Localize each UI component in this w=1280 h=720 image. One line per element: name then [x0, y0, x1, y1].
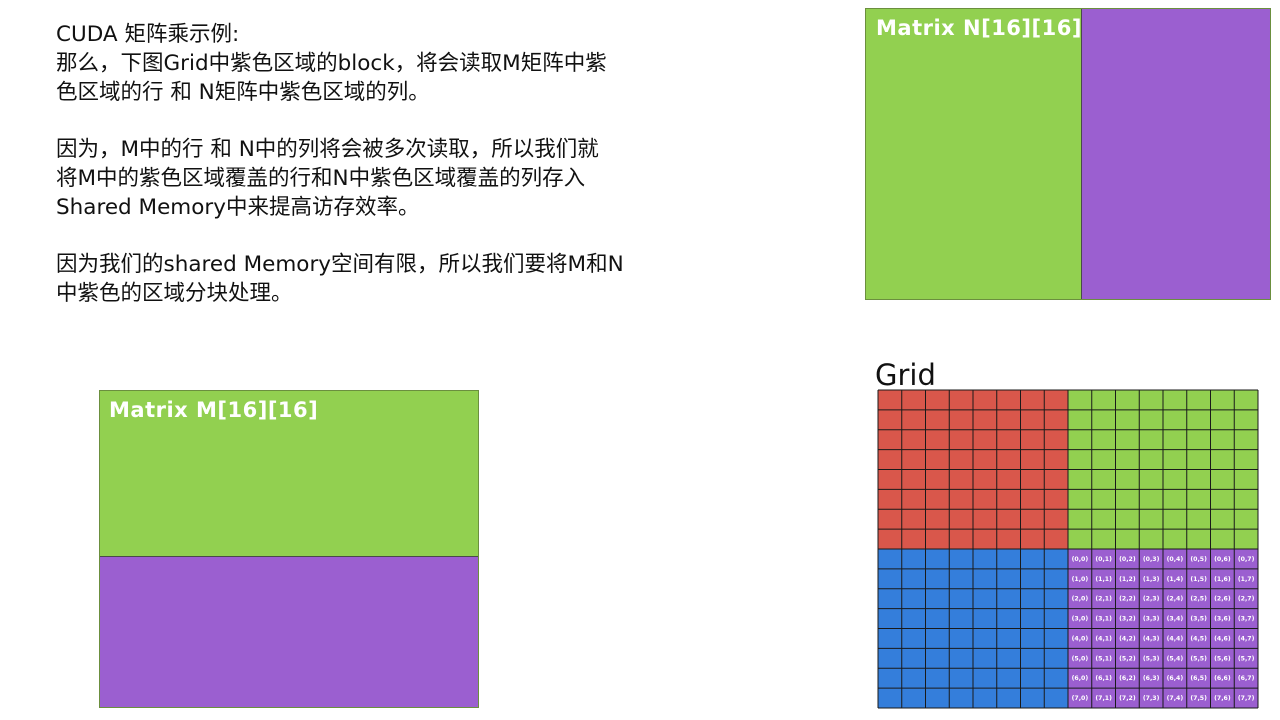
grid-block-label: (2,4) [1167, 596, 1184, 603]
grid-block-label: (4,0) [1072, 635, 1089, 642]
grid-block-label: (2,2) [1119, 596, 1136, 603]
grid-block-label: (1,1) [1095, 576, 1112, 583]
grid-block-label: (7,5) [1190, 695, 1207, 702]
grid-block-label: (3,7) [1238, 616, 1255, 623]
grid-block-label: (6,1) [1095, 675, 1112, 682]
grid-block-label: (4,6) [1214, 635, 1231, 642]
grid-block-label: (0,4) [1167, 556, 1184, 563]
grid-title: Grid [875, 358, 936, 392]
intro-paragraph-3: 因为我们的shared Memory空间有限，所以我们要将M和N 中紫色的区域分… [56, 252, 624, 306]
grid-block-label: (7,3) [1143, 695, 1160, 702]
grid-block-label: (2,6) [1214, 596, 1231, 603]
grid-block-label: (6,7) [1238, 675, 1255, 682]
grid-block-label: (6,3) [1143, 675, 1160, 682]
matrix-m-purple-region [100, 557, 478, 707]
grid-block-label: (7,4) [1167, 695, 1184, 702]
grid-block-label: (6,0) [1072, 675, 1089, 682]
grid-block-label: (5,0) [1072, 655, 1089, 662]
grid-block-label: (5,6) [1214, 655, 1231, 662]
grid-block-label: (4,5) [1190, 635, 1207, 642]
grid-diagram: (0,0) (0,1) (0,2) (0,3) (0,4) (0,5) (0,6) (0,7)… [877, 389, 1259, 709]
slide: CUDA 矩阵乘示例: 那么，下图Grid中紫色区域的block，将会读取M矩阵… [0, 0, 1280, 720]
grid-block-label: (3,1) [1095, 616, 1112, 623]
grid-block-label: (5,7) [1238, 655, 1255, 662]
grid-block-label: (7,6) [1214, 695, 1231, 702]
grid-block-label: (0,2) [1119, 556, 1136, 563]
grid-block-label: (5,1) [1095, 655, 1112, 662]
grid-block-label: (2,5) [1190, 596, 1207, 603]
intro-paragraph-1: CUDA 矩阵乘示例: 那么，下图Grid中紫色区域的block，将会读取M矩阵… [56, 22, 607, 105]
grid-block-label: (5,4) [1167, 655, 1184, 662]
grid-block-label: (4,3) [1143, 635, 1160, 642]
grid-block-label: (1,7) [1238, 576, 1255, 583]
grid-block-label: (3,2) [1119, 616, 1136, 623]
grid-block-label: (7,1) [1095, 695, 1112, 702]
grid-block-label: (0,6) [1214, 556, 1231, 563]
explanation-text: CUDA 矩阵乘示例: 那么，下图Grid中紫色区域的block，将会读取M矩阵… [56, 20, 696, 308]
grid-block-label: (6,6) [1214, 675, 1231, 682]
grid-block-label: (2,0) [1072, 596, 1089, 603]
grid-block-label: (4,4) [1167, 635, 1184, 642]
grid-block-label: (1,3) [1143, 576, 1160, 583]
grid-block-label: (1,4) [1167, 576, 1184, 583]
grid-block-label: (0,5) [1190, 556, 1207, 563]
grid-block-label: (4,1) [1095, 635, 1112, 642]
grid-block-label: (0,1) [1095, 556, 1112, 563]
grid-block-label: (2,3) [1143, 596, 1160, 603]
grid-block-label: (6,5) [1190, 675, 1207, 682]
grid-block-label: (1,2) [1119, 576, 1136, 583]
matrix-n-green-region [866, 9, 1081, 299]
grid-block-label: (0,3) [1143, 556, 1160, 563]
grid-block-label: (7,0) [1072, 695, 1089, 702]
grid-block-label: (4,7) [1238, 635, 1255, 642]
matrix-n-title: Matrix N[16][16] [876, 16, 1082, 40]
grid-block-label: (6,4) [1167, 675, 1184, 682]
grid-block-label: (3,0) [1072, 616, 1089, 623]
grid-block-label: (0,7) [1238, 556, 1255, 563]
grid-block-label: (2,7) [1238, 596, 1255, 603]
matrix-n-diagram: Matrix N[16][16] [865, 8, 1271, 300]
matrix-m-diagram: Matrix M[16][16] [99, 390, 479, 708]
matrix-m-title: Matrix M[16][16] [109, 398, 319, 422]
grid-block-label: (1,0) [1072, 576, 1089, 583]
grid-block-label: (7,2) [1119, 695, 1136, 702]
grid-block-label: (6,2) [1119, 675, 1136, 682]
grid-block-label: (1,6) [1214, 576, 1231, 583]
matrix-n-purple-region [1081, 9, 1270, 299]
grid-block-label: (3,6) [1214, 616, 1231, 623]
grid-block-label: (1,5) [1190, 576, 1207, 583]
grid-block-label: (5,5) [1190, 655, 1207, 662]
grid-block-label: (5,3) [1143, 655, 1160, 662]
grid-block-label: (3,4) [1167, 616, 1184, 623]
grid-block-label: (4,2) [1119, 635, 1136, 642]
grid-block-label: (7,7) [1238, 695, 1255, 702]
grid-block-label: (2,1) [1095, 596, 1112, 603]
grid-block-label: (0,0) [1072, 556, 1089, 563]
grid-block-label: (3,3) [1143, 616, 1160, 623]
grid-block-label: (3,5) [1190, 616, 1207, 623]
grid-block-label: (5,2) [1119, 655, 1136, 662]
intro-paragraph-2: 因为，M中的行 和 N中的列将会被多次读取，所以我们就 将M中的紫色区域覆盖的行… [56, 137, 599, 220]
